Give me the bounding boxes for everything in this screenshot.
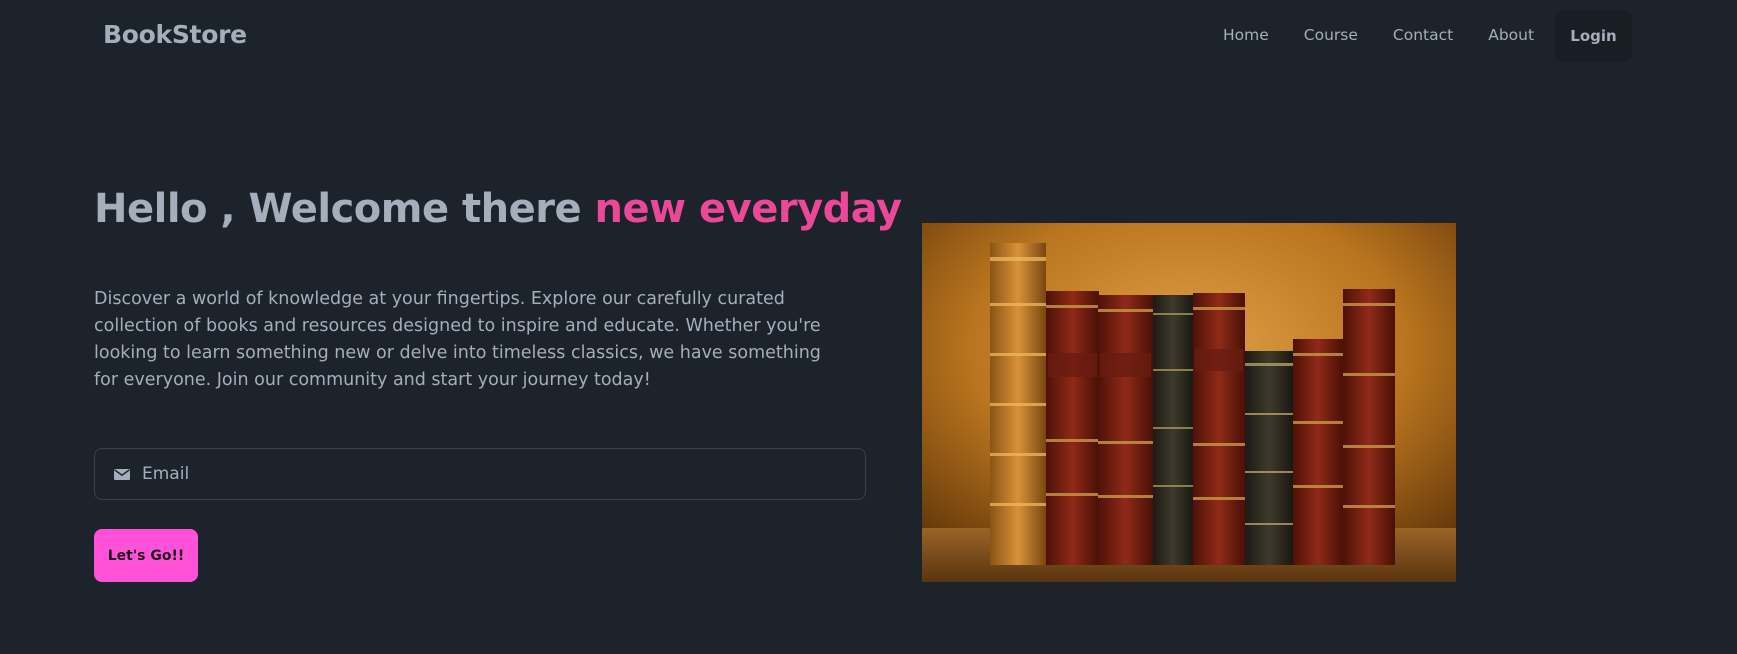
hero-title: Hello , Welcome there new everyday	[94, 186, 902, 232]
navbar: BookStore Home Course Contact About Logi…	[0, 0, 1737, 74]
nav-link-home[interactable]: Home	[1223, 26, 1269, 44]
hero-title-accent: new everyday	[594, 186, 903, 232]
books-illustration	[922, 223, 1456, 582]
nav-link-course[interactable]: Course	[1304, 26, 1358, 44]
hero-title-main: Hello , Welcome there	[94, 186, 595, 232]
hero-description: Discover a world of knowledge at your fi…	[94, 289, 821, 390]
brand-logo[interactable]: BookStore	[103, 20, 247, 49]
email-input[interactable]	[140, 453, 844, 495]
login-button[interactable]: Login	[1555, 10, 1632, 62]
nav-links: Home Course Contact About	[1223, 26, 1569, 44]
envelope-icon	[114, 468, 130, 480]
lets-go-button[interactable]: Let's Go!!	[94, 529, 198, 582]
nav-link-about[interactable]: About	[1488, 26, 1534, 44]
hero-books-image	[922, 223, 1456, 582]
nav-link-contact[interactable]: Contact	[1393, 26, 1453, 44]
email-field[interactable]	[94, 448, 866, 500]
